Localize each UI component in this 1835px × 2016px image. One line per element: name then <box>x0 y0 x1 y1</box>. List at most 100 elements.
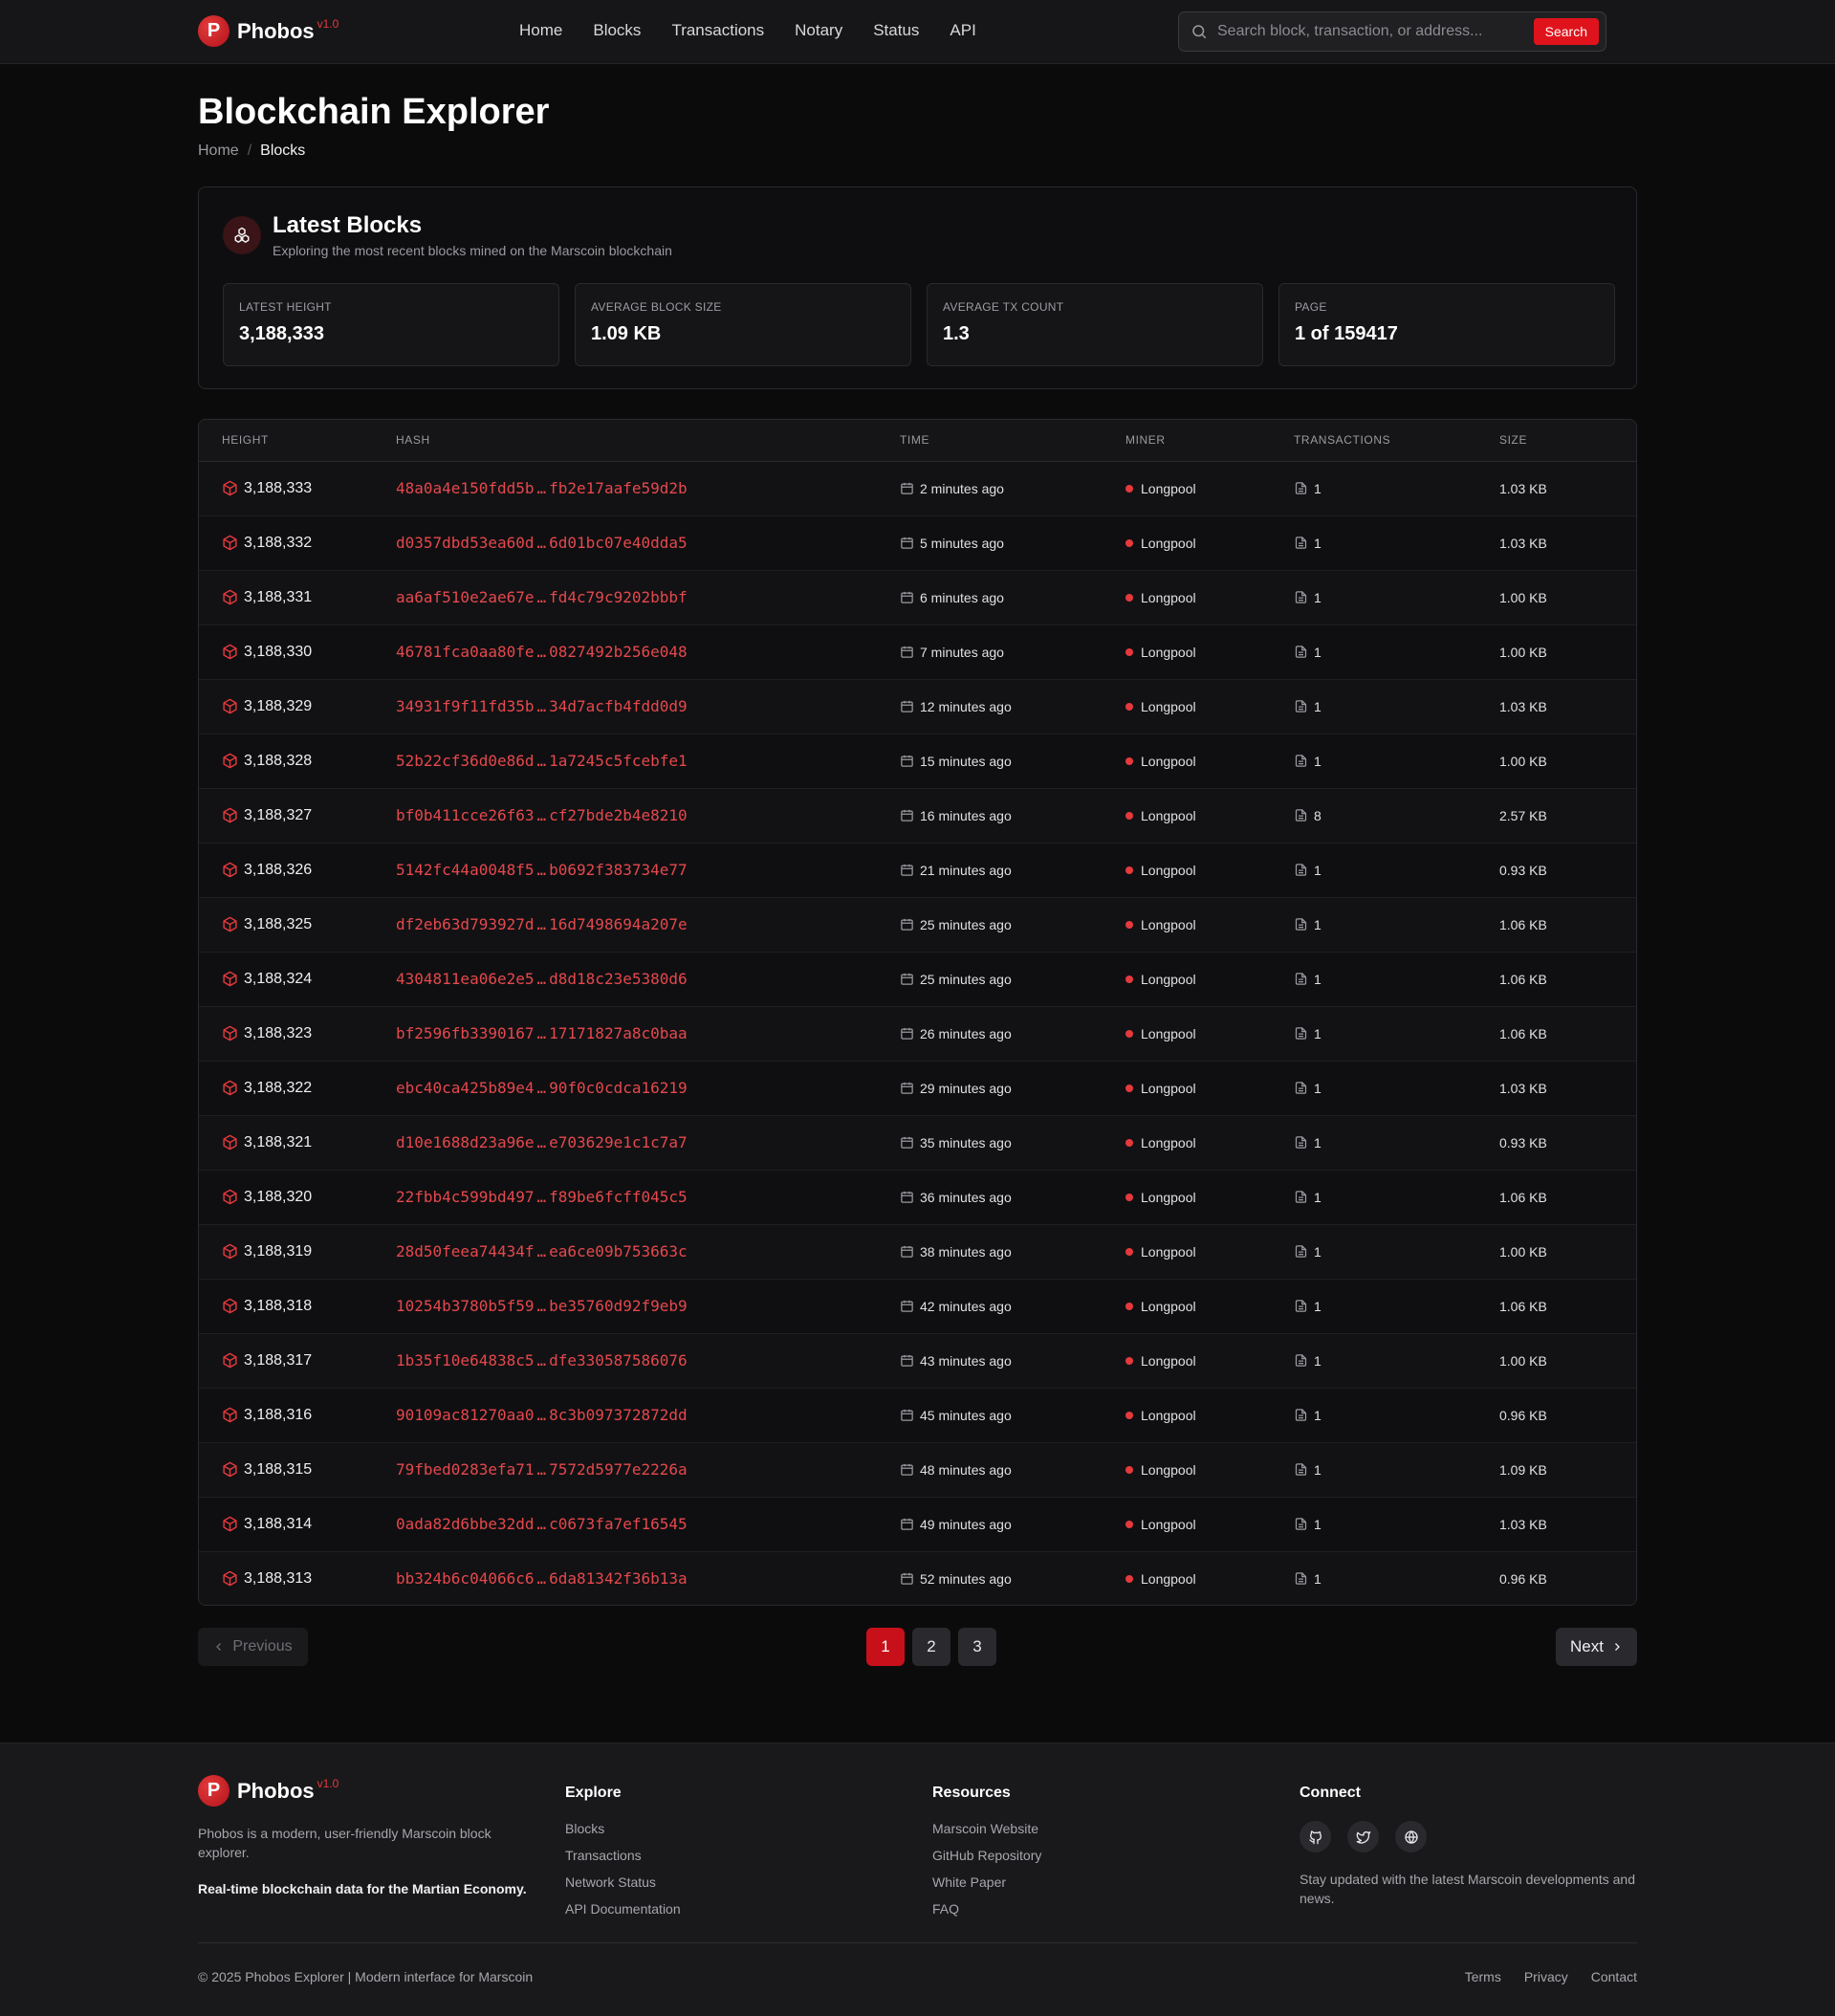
search-input[interactable] <box>1217 23 1534 40</box>
table-row[interactable]: 3,188,325 df2eb63d793927d… 16d7498694a207e… <box>199 897 1636 952</box>
block-height-link[interactable]: 3,188,330 <box>222 644 396 661</box>
block-hash-link[interactable]: 4304811ea06e2e5… d8d18c23e5380d6 <box>396 970 688 988</box>
breadcrumb-home[interactable]: Home <box>198 142 239 159</box>
block-hash-link[interactable]: 1b35f10e64838c5… dfe330587586076 <box>396 1351 688 1370</box>
blocks-cluster-icon <box>223 216 261 254</box>
block-height-link[interactable]: 3,188,333 <box>222 480 396 497</box>
block-hash-link[interactable]: bb324b6c04066c6… 6da81342f36b13a <box>396 1569 688 1588</box>
block-height-link[interactable]: 3,188,331 <box>222 589 396 606</box>
block-height-link[interactable]: 3,188,329 <box>222 698 396 715</box>
brand-logo-link[interactable]: P Phobos v1.0 <box>198 15 339 47</box>
table-row[interactable]: 3,188,315 79fbed0283efa71… 7572d5977e2226a… <box>199 1442 1636 1497</box>
footer-link-faq[interactable]: FAQ <box>932 1895 1041 1922</box>
table-row[interactable]: 3,188,318 10254b3780b5f59… be35760d92f9eb9… <box>199 1279 1636 1333</box>
block-height-link[interactable]: 3,188,327 <box>222 807 396 824</box>
block-hash-link[interactable]: aa6af510e2ae67e… fd4c79c9202bbbf <box>396 588 688 606</box>
block-height-link[interactable]: 3,188,320 <box>222 1189 396 1206</box>
miner-status-dot <box>1125 1574 1133 1583</box>
block-height-link[interactable]: 3,188,319 <box>222 1243 396 1260</box>
block-hash-link[interactable]: 79fbed0283efa71… 7572d5977e2226a <box>396 1460 688 1479</box>
nav-api[interactable]: API <box>950 21 975 40</box>
footer-link-blocks[interactable]: Blocks <box>565 1815 681 1842</box>
block-hash-link[interactable]: 0ada82d6bbe32dd… c0673fa7ef16545 <box>396 1515 688 1533</box>
footer-link-terms[interactable]: Terms <box>1465 1969 1501 1984</box>
nav-blocks[interactable]: Blocks <box>593 21 641 40</box>
miner-name: Longpool <box>1141 862 1196 878</box>
block-hash-link[interactable]: 90109ac81270aa0… 8c3b097372872dd <box>396 1406 688 1424</box>
block-height-link[interactable]: 3,188,316 <box>222 1407 396 1424</box>
nav-home[interactable]: Home <box>519 21 562 40</box>
tx-count: 1 <box>1314 535 1322 551</box>
block-hash-link[interactable]: 48a0a4e150fdd5b… fb2e17aafe59d2b <box>396 479 688 497</box>
footer-link-api-docs[interactable]: API Documentation <box>565 1895 681 1922</box>
table-row[interactable]: 3,188,331 aa6af510e2ae67e… fd4c79c9202bbbf… <box>199 570 1636 625</box>
block-height-link[interactable]: 3,188,326 <box>222 862 396 879</box>
block-height-link[interactable]: 3,188,321 <box>222 1134 396 1151</box>
table-row[interactable]: 3,188,327 bf0b411cce26f63… cf27bde2b4e8210… <box>199 788 1636 843</box>
block-height-link[interactable]: 3,188,322 <box>222 1080 396 1097</box>
table-row[interactable]: 3,188,332 d0357dbd53ea60d… 6d01bc07e40dda5… <box>199 515 1636 570</box>
footer-link-transactions[interactable]: Transactions <box>565 1842 681 1869</box>
globe-icon[interactable] <box>1395 1821 1427 1852</box>
page-button-2[interactable]: 2 <box>912 1628 950 1666</box>
block-hash-link[interactable]: d0357dbd53ea60d… 6d01bc07e40dda5 <box>396 534 688 552</box>
nav-status[interactable]: Status <box>873 21 919 40</box>
table-row[interactable]: 3,188,320 22fbb4c599bd497… f89be6fcff045c5… <box>199 1170 1636 1224</box>
block-hash-link[interactable]: bf2596fb3390167… 17171827a8c0baa <box>396 1024 688 1042</box>
footer-brand[interactable]: P Phobos v1.0 <box>198 1775 527 1807</box>
table-row[interactable]: 3,188,323 bf2596fb3390167… 17171827a8c0baa… <box>199 1006 1636 1061</box>
table-row[interactable]: 3,188,322 ebc40ca425b89e4… 90f0c0cdca16219… <box>199 1061 1636 1115</box>
block-height-link[interactable]: 3,188,313 <box>222 1570 396 1588</box>
twitter-icon[interactable] <box>1347 1821 1379 1852</box>
footer-link-white-paper[interactable]: White Paper <box>932 1869 1041 1895</box>
table-row[interactable]: 3,188,333 48a0a4e150fdd5b… fb2e17aafe59d2b… <box>199 461 1636 515</box>
footer-link-network-status[interactable]: Network Status <box>565 1869 681 1895</box>
block-hash-link[interactable]: 5142fc44a0048f5… b0692f383734e77 <box>396 861 688 879</box>
miner-status-dot <box>1125 866 1133 874</box>
footer-link-marscoin-website[interactable]: Marscoin Website <box>932 1815 1041 1842</box>
footer-link-github-repo[interactable]: GitHub Repository <box>932 1842 1041 1869</box>
table-row[interactable]: 3,188,324 4304811ea06e2e5… d8d18c23e5380d6… <box>199 952 1636 1006</box>
block-hash-link[interactable]: df2eb63d793927d… 16d7498694a207e <box>396 915 688 933</box>
block-hash-link[interactable]: 52b22cf36d0e86d… 1a7245c5fcebfe1 <box>396 752 688 770</box>
block-height-link[interactable]: 3,188,317 <box>222 1352 396 1370</box>
block-hash-link[interactable]: 46781fca0aa80fe… 0827492b256e048 <box>396 643 688 661</box>
block-hash-link[interactable]: 22fbb4c599bd497… f89be6fcff045c5 <box>396 1188 688 1206</box>
block-height-link[interactable]: 3,188,328 <box>222 753 396 770</box>
table-row[interactable]: 3,188,330 46781fca0aa80fe… 0827492b256e048… <box>199 625 1636 679</box>
table-row[interactable]: 3,188,329 34931f9f11fd35b… 34d7acfb4fdd0d9… <box>199 679 1636 734</box>
table-row[interactable]: 3,188,317 1b35f10e64838c5… dfe330587586076… <box>199 1333 1636 1388</box>
table-row[interactable]: 3,188,316 90109ac81270aa0… 8c3b097372872dd… <box>199 1388 1636 1442</box>
block-height-link[interactable]: 3,188,315 <box>222 1461 396 1479</box>
table-row[interactable]: 3,188,326 5142fc44a0048f5… b0692f383734e77… <box>199 843 1636 897</box>
page-button-3[interactable]: 3 <box>958 1628 996 1666</box>
block-height-link[interactable]: 3,188,324 <box>222 971 396 988</box>
page-button-1[interactable]: 1 <box>866 1628 905 1666</box>
block-hash-link[interactable]: ebc40ca425b89e4… 90f0c0cdca16219 <box>396 1079 688 1097</box>
github-icon[interactable] <box>1300 1821 1331 1852</box>
block-height-link[interactable]: 3,188,323 <box>222 1025 396 1042</box>
table-row[interactable]: 3,188,313 bb324b6c04066c6… 6da81342f36b13a… <box>199 1551 1636 1605</box>
block-height-link[interactable]: 3,188,314 <box>222 1516 396 1533</box>
block-height-link[interactable]: 3,188,325 <box>222 916 396 933</box>
stat-latest-height: LATEST HEIGHT 3,188,333 <box>223 283 559 366</box>
footer-link-privacy[interactable]: Privacy <box>1524 1969 1568 1984</box>
table-row[interactable]: 3,188,314 0ada82d6bbe32dd… c0673fa7ef16545… <box>199 1497 1636 1551</box>
nav-notary[interactable]: Notary <box>795 21 842 40</box>
block-hash-link[interactable]: 10254b3780b5f59… be35760d92f9eb9 <box>396 1297 688 1315</box>
table-row[interactable]: 3,188,328 52b22cf36d0e86d… 1a7245c5fcebfe1… <box>199 734 1636 788</box>
block-height-link[interactable]: 3,188,332 <box>222 535 396 552</box>
table-row[interactable]: 3,188,319 28d50feea74434f… ea6ce09b753663c… <box>199 1224 1636 1279</box>
block-height-link[interactable]: 3,188,318 <box>222 1298 396 1315</box>
nav-transactions[interactable]: Transactions <box>671 21 764 40</box>
next-page-button[interactable]: Next <box>1556 1628 1637 1666</box>
block-hash-link[interactable]: bf0b411cce26f63… cf27bde2b4e8210 <box>396 806 688 824</box>
block-hash-link[interactable]: 34931f9f11fd35b… 34d7acfb4fdd0d9 <box>396 697 688 715</box>
table-row[interactable]: 3,188,321 d10e1688d23a96e… e703629e1c1c7a7… <box>199 1115 1636 1170</box>
cell-hash: 0ada82d6bbe32dd… c0673fa7ef16545 <box>396 1497 900 1551</box>
block-hash-link[interactable]: d10e1688d23a96e… e703629e1c1c7a7 <box>396 1133 688 1151</box>
search-button[interactable]: Search <box>1533 18 1599 45</box>
previous-page-button[interactable]: Previous <box>198 1628 308 1666</box>
footer-link-contact[interactable]: Contact <box>1591 1969 1637 1984</box>
block-hash-link[interactable]: 28d50feea74434f… ea6ce09b753663c <box>396 1242 688 1260</box>
